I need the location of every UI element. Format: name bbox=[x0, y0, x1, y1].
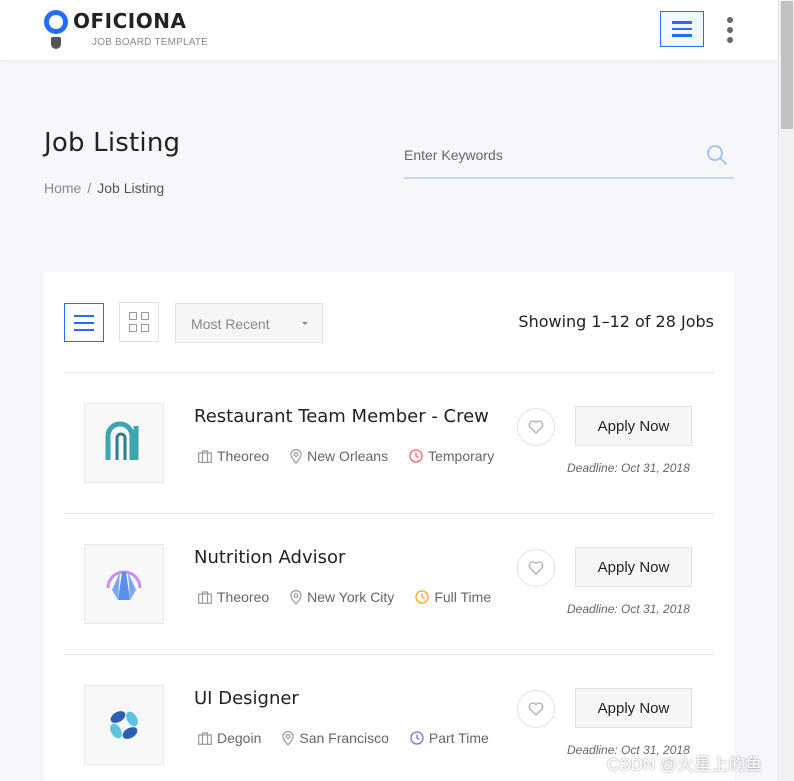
blue-swirl-logo-icon[interactable] bbox=[84, 685, 164, 765]
teal-arch-logo-icon[interactable] bbox=[84, 403, 164, 483]
apply-now-button[interactable]: Apply Now bbox=[575, 406, 692, 446]
heart-icon bbox=[528, 420, 544, 434]
favorite-button[interactable] bbox=[517, 408, 555, 446]
page-title: Job Listing bbox=[44, 128, 181, 158]
job-item: Restaurant Team Member - Crew Theoreo Ne… bbox=[64, 372, 715, 513]
job-type: Full Time bbox=[434, 589, 492, 605]
search-input[interactable] bbox=[404, 144, 694, 166]
location-pin-icon bbox=[290, 448, 302, 464]
brand-logo[interactable]: OFICIONA JOB BOARD TEMPLATE bbox=[44, 9, 208, 51]
grid-view-button[interactable] bbox=[119, 302, 159, 342]
purple-dome-logo-icon[interactable] bbox=[84, 544, 164, 624]
hamburger-menu-button[interactable] bbox=[660, 11, 704, 47]
job-title-link[interactable]: UI Designer bbox=[194, 688, 299, 709]
watermark: CSDN @火星上的鱼 bbox=[607, 755, 763, 774]
brand-name: OFICIONA bbox=[73, 9, 187, 33]
briefcase-icon bbox=[198, 590, 212, 604]
briefcase-icon bbox=[198, 731, 212, 745]
apply-now-button[interactable]: Apply Now bbox=[575, 547, 692, 587]
more-options-icon[interactable] bbox=[724, 17, 736, 43]
favorite-button[interactable] bbox=[517, 690, 555, 728]
caret-down-icon bbox=[302, 322, 308, 325]
breadcrumb-home-link[interactable]: Home bbox=[44, 180, 81, 196]
breadcrumb-current: Job Listing bbox=[97, 180, 165, 196]
clock-icon bbox=[410, 731, 424, 745]
heart-icon bbox=[528, 561, 544, 575]
list-view-button[interactable] bbox=[64, 303, 104, 342]
company-name[interactable]: Theoreo bbox=[217, 448, 269, 464]
favorite-button[interactable] bbox=[517, 549, 555, 587]
company-name[interactable]: Degoin bbox=[217, 730, 261, 746]
breadcrumb: Home / Job Listing bbox=[44, 180, 164, 196]
breadcrumb-separator: / bbox=[87, 180, 92, 196]
heart-icon bbox=[528, 702, 544, 716]
job-location: New Orleans bbox=[307, 448, 389, 464]
job-deadline: Deadline: Oct 31, 2018 bbox=[567, 602, 690, 616]
keyword-search bbox=[404, 138, 734, 179]
job-title-link[interactable]: Nutrition Advisor bbox=[194, 547, 345, 568]
briefcase-icon bbox=[198, 449, 212, 463]
location-pin-icon bbox=[290, 589, 302, 605]
job-deadline: Deadline: Oct 31, 2018 bbox=[567, 461, 690, 475]
job-meta: Theoreo New York City Full Time bbox=[198, 589, 512, 605]
job-location: New York City bbox=[307, 589, 395, 605]
scrollbar-thumb[interactable] bbox=[781, 1, 793, 129]
clock-icon bbox=[409, 449, 423, 463]
job-listing-panel: Most Recent Showing 1–12 of 28 Jobs Rest… bbox=[44, 272, 734, 781]
job-type: Temporary bbox=[428, 448, 495, 464]
brand-tagline: JOB BOARD TEMPLATE bbox=[92, 37, 209, 48]
sort-select-value: Most Recent bbox=[191, 316, 270, 332]
job-meta: Theoreo New Orleans Temporary bbox=[198, 448, 515, 464]
job-meta: Degoin San Francisco Part Time bbox=[198, 730, 510, 746]
company-name[interactable]: Theoreo bbox=[217, 589, 269, 605]
top-header: OFICIONA JOB BOARD TEMPLATE bbox=[0, 0, 778, 60]
results-count: Showing 1–12 of 28 Jobs bbox=[518, 312, 714, 331]
search-icon[interactable] bbox=[706, 144, 728, 166]
page-scrollbar[interactable] bbox=[778, 0, 794, 781]
job-location: San Francisco bbox=[299, 730, 389, 746]
apply-now-button[interactable]: Apply Now bbox=[575, 688, 692, 728]
clock-icon bbox=[415, 590, 429, 604]
sort-select[interactable]: Most Recent bbox=[175, 303, 323, 343]
job-type: Part Time bbox=[428, 730, 489, 746]
job-item: Nutrition Advisor Theoreo New York City … bbox=[64, 513, 715, 654]
logo-pin-icon bbox=[44, 9, 68, 51]
job-title-link[interactable]: Restaurant Team Member - Crew bbox=[194, 406, 489, 427]
location-pin-icon bbox=[282, 730, 294, 746]
